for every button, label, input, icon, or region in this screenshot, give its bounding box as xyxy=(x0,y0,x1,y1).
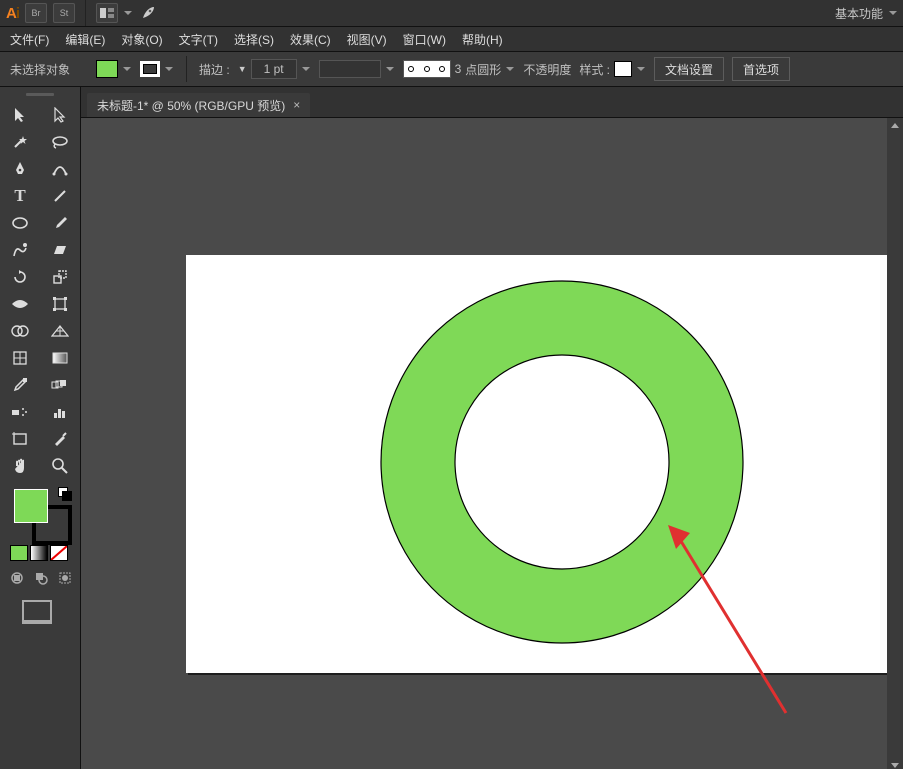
opacity-label[interactable]: 不透明度 xyxy=(523,61,571,78)
stroke-label: 描边 : xyxy=(199,61,230,78)
scroll-track[interactable] xyxy=(887,132,903,758)
gpu-rocket-icon[interactable] xyxy=(138,4,158,22)
variable-width-profile[interactable] xyxy=(319,60,381,78)
symbol-sprayer-tool[interactable] xyxy=(0,398,40,425)
bridge-icon[interactable]: Br xyxy=(25,3,47,23)
menu-edit[interactable]: 编辑(E) xyxy=(65,31,105,48)
screen-mode-icon[interactable] xyxy=(22,600,52,624)
color-mode-none[interactable] xyxy=(50,545,68,561)
control-bar: 未选择对象 描边 : ▼ 1 pt 3 点圆形 不透明度 样式 : 文档设置 首… xyxy=(0,52,903,87)
arrange-dropdown-caret[interactable] xyxy=(124,11,132,15)
fill-swatch[interactable] xyxy=(96,60,118,78)
stroke-dropdown[interactable] xyxy=(164,67,174,71)
curvature-tool[interactable] xyxy=(40,155,80,182)
hand-tool[interactable] xyxy=(0,452,40,479)
mesh-tool[interactable] xyxy=(0,344,40,371)
free-transform-tool[interactable] xyxy=(40,290,80,317)
menu-file[interactable]: 文件(F) xyxy=(10,31,49,48)
toolbox: T xyxy=(0,87,81,769)
perspective-grid-tool[interactable] xyxy=(40,317,80,344)
fill-dropdown[interactable] xyxy=(122,67,132,71)
document-tab-title: 未标题-1* @ 50% (RGB/GPU 预览) xyxy=(97,97,285,114)
vertical-scrollbar[interactable] xyxy=(887,118,903,769)
shaper-tool[interactable] xyxy=(0,236,40,263)
stroke-weight-dropdown[interactable] xyxy=(301,67,311,71)
document-tab[interactable]: 未标题-1* @ 50% (RGB/GPU 预览) × xyxy=(87,93,310,117)
width-tool[interactable] xyxy=(0,290,40,317)
selection-status: 未选择对象 xyxy=(10,61,70,78)
color-mode-gradient[interactable] xyxy=(30,545,48,561)
body-area: T xyxy=(0,87,903,769)
ellipse-tool[interactable] xyxy=(0,209,40,236)
screen-mode-row xyxy=(0,594,80,630)
eyedropper-tool[interactable] xyxy=(0,371,40,398)
annotation-arrow xyxy=(666,523,796,723)
brush-name: 点圆形 xyxy=(465,61,501,78)
menu-bar: 文件(F) 编辑(E) 对象(O) 文字(T) 选择(S) 效果(C) 视图(V… xyxy=(0,26,903,52)
fill-stroke-indicator[interactable] xyxy=(0,485,80,541)
menu-effect[interactable]: 效果(C) xyxy=(290,31,331,48)
menu-window[interactable]: 窗口(W) xyxy=(403,31,446,48)
menu-view[interactable]: 视图(V) xyxy=(347,31,387,48)
document-tab-strip: 未标题-1* @ 50% (RGB/GPU 预览) × xyxy=(81,87,903,118)
scroll-up-icon[interactable] xyxy=(887,118,903,132)
application-bar: Ai Br St 基本功能 xyxy=(0,0,903,26)
color-mode-solid[interactable] xyxy=(10,545,28,561)
brush-size: 3 xyxy=(455,62,462,76)
brush-dropdown[interactable] xyxy=(505,67,515,71)
selection-tool[interactable] xyxy=(0,101,40,128)
scale-tool[interactable] xyxy=(40,263,80,290)
stroke-weight-field[interactable]: 1 pt xyxy=(251,59,297,79)
scroll-down-icon[interactable] xyxy=(887,758,903,769)
draw-behind-icon[interactable] xyxy=(34,571,48,588)
document-area: 未标题-1* @ 50% (RGB/GPU 预览) × xyxy=(81,87,903,769)
draw-normal-icon[interactable] xyxy=(10,571,24,588)
line-segment-tool[interactable] xyxy=(40,182,80,209)
stock-icon[interactable]: St xyxy=(53,3,75,23)
eraser-tool[interactable] xyxy=(40,236,80,263)
lasso-tool[interactable] xyxy=(40,128,80,155)
default-fill-stroke-icon[interactable] xyxy=(58,487,72,501)
draw-inside-icon[interactable] xyxy=(58,571,72,588)
pen-tool[interactable] xyxy=(0,155,40,182)
workspace-switcher[interactable]: 基本功能 xyxy=(835,5,883,22)
type-tool[interactable]: T xyxy=(0,182,40,209)
gradient-tool[interactable] xyxy=(40,344,80,371)
draw-mode-row xyxy=(0,565,80,594)
width-profile-dropdown[interactable] xyxy=(385,67,395,71)
menu-object[interactable]: 对象(O) xyxy=(121,31,162,48)
style-dropdown[interactable] xyxy=(636,67,646,71)
rotate-tool[interactable] xyxy=(0,263,40,290)
stroke-swatch[interactable] xyxy=(140,61,160,77)
fill-color-box[interactable] xyxy=(14,489,48,523)
artboard-tool[interactable] xyxy=(0,425,40,452)
slice-tool[interactable] xyxy=(40,425,80,452)
menu-type[interactable]: 文字(T) xyxy=(179,31,218,48)
paintbrush-tool[interactable] xyxy=(40,209,80,236)
arrange-icon[interactable] xyxy=(96,3,118,23)
blend-tool[interactable] xyxy=(40,371,80,398)
workspace-dropdown-caret[interactable] xyxy=(889,11,897,15)
canvas[interactable] xyxy=(81,118,903,769)
document-setup-button[interactable]: 文档设置 xyxy=(654,57,724,81)
menu-select[interactable]: 选择(S) xyxy=(234,31,274,48)
zoom-tool[interactable] xyxy=(40,452,80,479)
toolbox-handle[interactable] xyxy=(0,87,80,101)
preferences-button[interactable]: 首选项 xyxy=(732,57,790,81)
menu-help[interactable]: 帮助(H) xyxy=(462,31,503,48)
magic-wand-tool[interactable] xyxy=(0,128,40,155)
direct-selection-tool[interactable] xyxy=(40,101,80,128)
column-graph-tool[interactable] xyxy=(40,398,80,425)
style-swatch[interactable] xyxy=(614,61,632,77)
style-label: 样式 : xyxy=(579,61,610,78)
brush-preview[interactable] xyxy=(403,60,451,78)
shape-builder-tool[interactable] xyxy=(0,317,40,344)
stroke-weight-decrement[interactable]: ▼ xyxy=(238,64,247,74)
close-tab-icon[interactable]: × xyxy=(293,98,300,112)
app-logo: Ai xyxy=(6,5,19,22)
